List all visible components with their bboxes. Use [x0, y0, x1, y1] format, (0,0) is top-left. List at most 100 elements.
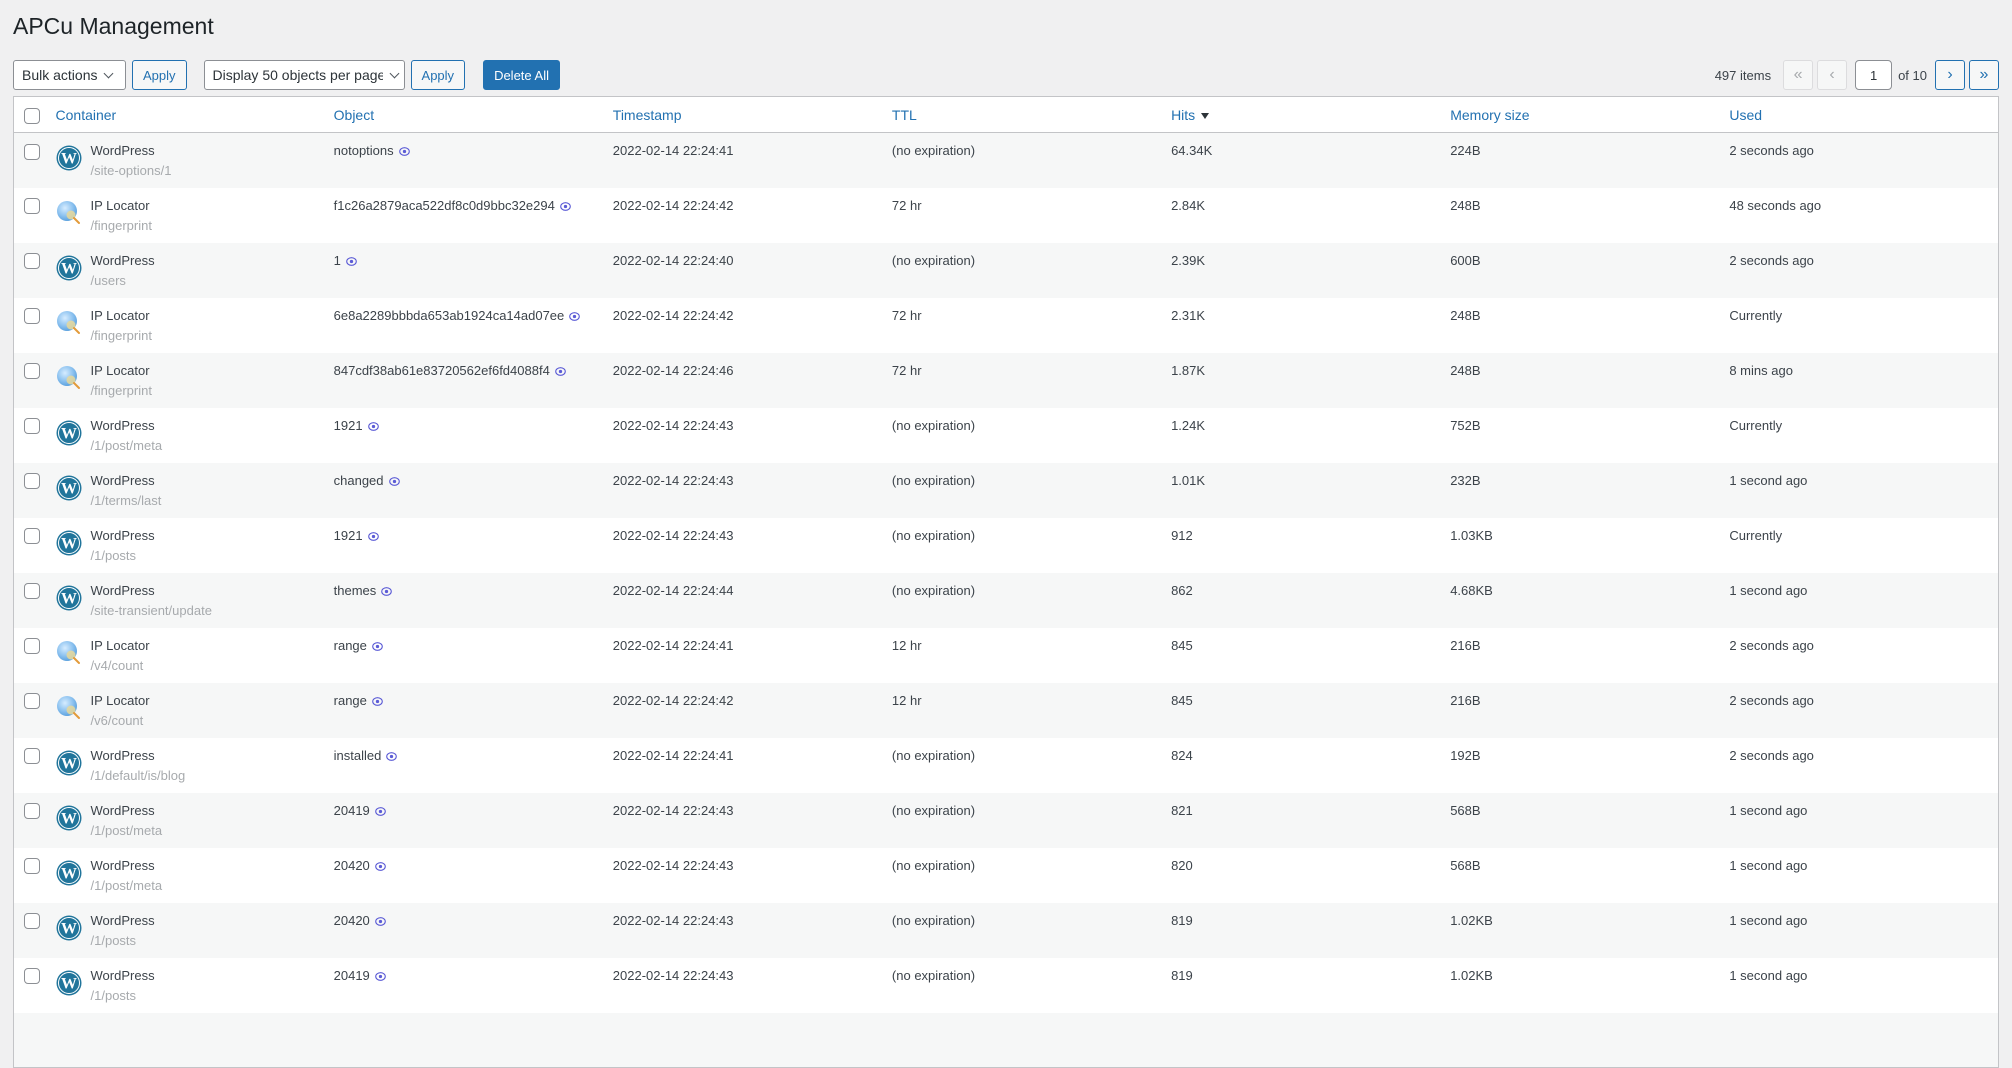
hits-cell: 2.84K [1171, 197, 1206, 213]
eye-icon[interactable] [374, 915, 386, 926]
ip-locator-icon [56, 695, 82, 721]
select-all-checkbox[interactable] [24, 107, 40, 124]
eye-icon[interactable] [398, 145, 410, 156]
column-header-timestamp[interactable]: Timestamp [602, 96, 882, 133]
eye-icon[interactable] [374, 805, 386, 816]
used-cell: 1 second ago [1729, 912, 1808, 928]
eye-icon[interactable] [381, 585, 393, 596]
row-checkbox[interactable] [24, 748, 40, 765]
row-checkbox[interactable] [24, 308, 40, 325]
row-checkbox[interactable] [24, 418, 40, 435]
container-text: WordPress /1/post/meta [91, 803, 163, 839]
svg-text:W: W [61, 260, 77, 277]
timestamp-cell: 2022-02-14 22:24:41 [612, 143, 734, 158]
eye-icon[interactable] [374, 860, 386, 871]
hits-cell: 819 [1171, 912, 1193, 928]
row-checkbox[interactable] [24, 693, 40, 710]
row-checkbox[interactable] [24, 583, 40, 600]
first-page-button[interactable]: « [1783, 60, 1814, 90]
container-name: WordPress [90, 417, 155, 433]
container-text: WordPress /1/posts [91, 913, 155, 949]
container-info: W WordPress /users [56, 253, 314, 289]
container-path: /v4/count [90, 657, 144, 673]
eye-icon[interactable] [388, 475, 400, 486]
container-info: W WordPress /1/terms/last [56, 473, 314, 509]
column-header-object[interactable]: Object [323, 96, 603, 133]
container-text: WordPress /site-options/1 [91, 143, 172, 179]
row-checkbox[interactable] [24, 253, 40, 270]
row-checkbox[interactable] [24, 968, 40, 985]
eye-icon[interactable] [372, 695, 383, 706]
object-key: 20420 [333, 912, 370, 928]
row-checkbox[interactable] [24, 143, 40, 160]
eye-icon[interactable] [560, 200, 571, 211]
svg-text:W: W [61, 755, 77, 772]
ttl-cell: 72 hr [891, 307, 922, 323]
hits-cell: 2.31K [1171, 307, 1206, 323]
container-name: IP Locator [90, 362, 150, 378]
container-name: WordPress [90, 967, 155, 983]
container-info: W WordPress /1/post/meta [56, 418, 314, 454]
eye-icon[interactable] [346, 255, 357, 266]
row-checkbox[interactable] [24, 638, 40, 655]
ttl-cell: (no expiration) [891, 747, 976, 763]
page-title: APCu Management [13, 13, 214, 39]
eye-icon[interactable] [367, 530, 379, 541]
memory-size-cell: 568B [1450, 857, 1481, 873]
next-page-button[interactable]: › [1935, 60, 1965, 90]
eye-icon[interactable] [386, 750, 398, 761]
row-checkbox[interactable] [24, 803, 40, 820]
timestamp-cell: 2022-02-14 22:24:43 [612, 802, 734, 818]
object-info: 1921 [334, 528, 379, 543]
object-key: changed [333, 472, 384, 488]
memory-size-cell: 248B [1450, 197, 1481, 213]
container-text: WordPress /users [91, 253, 155, 289]
column-header-hits[interactable]: Hits [1161, 96, 1441, 133]
total-pages: of 10 [1898, 67, 1927, 83]
memory-size-cell: 224B [1450, 143, 1481, 158]
column-header-memory-size[interactable]: Memory size [1440, 96, 1720, 133]
used-cell: 1 second ago [1729, 802, 1808, 818]
prev-page-button[interactable]: ‹ [1817, 60, 1848, 90]
container-name: IP Locator [90, 637, 150, 653]
container-info: W WordPress /1/posts [56, 968, 314, 1004]
object-key: 20419 [333, 967, 370, 983]
row-checkbox[interactable] [24, 198, 40, 215]
container-cell: W WordPress /1/default/is/blog [46, 738, 324, 793]
row-checkbox[interactable] [24, 473, 40, 490]
eye-icon[interactable] [367, 420, 379, 431]
eye-icon[interactable] [569, 310, 581, 321]
column-header-container[interactable]: Container [45, 96, 324, 133]
eye-icon[interactable] [554, 365, 566, 376]
last-page-button[interactable]: » [1969, 60, 1999, 90]
hits-cell [1161, 1013, 1440, 1068]
eye-icon[interactable] [372, 640, 383, 651]
ttl-cell: (no expiration) [891, 527, 976, 543]
container-info: W WordPress /1/post/meta [56, 803, 314, 839]
row-checkbox[interactable] [24, 858, 40, 875]
per-page-select[interactable]: Display 50 objects per page [203, 60, 405, 90]
object-info: changed [334, 473, 400, 488]
object-cell: installed [324, 738, 603, 793]
table-row: W WordPress /1/terms/last changed 2022-0… [13, 462, 1999, 518]
wordpress-icon: W [56, 860, 82, 886]
container-path: /fingerprint [90, 327, 152, 343]
container-info [56, 1023, 314, 1027]
current-page-input[interactable] [1855, 60, 1893, 90]
container-name: WordPress [90, 143, 155, 158]
container-text: IP Locator /fingerprint [91, 363, 152, 399]
column-header-ttl[interactable]: TTL [881, 96, 1162, 133]
row-checkbox[interactable] [24, 363, 40, 380]
row-checkbox[interactable] [24, 528, 40, 545]
eye-icon[interactable] [374, 970, 386, 981]
timestamp-cell: 2022-02-14 22:24:43 [612, 912, 734, 928]
apply-per-page-button[interactable]: Apply [410, 60, 466, 90]
row-checkbox[interactable] [24, 913, 40, 930]
column-header-used[interactable]: Used [1719, 96, 1999, 133]
used-cell: 2 seconds ago [1729, 143, 1814, 158]
apply-bulk-button[interactable]: Apply [132, 60, 187, 90]
row-checkbox-cell [14, 408, 46, 463]
row-checkbox-cell [14, 958, 46, 1013]
delete-all-button[interactable]: Delete All [483, 60, 560, 90]
bulk-actions-select[interactable]: Bulk actions [13, 60, 126, 90]
